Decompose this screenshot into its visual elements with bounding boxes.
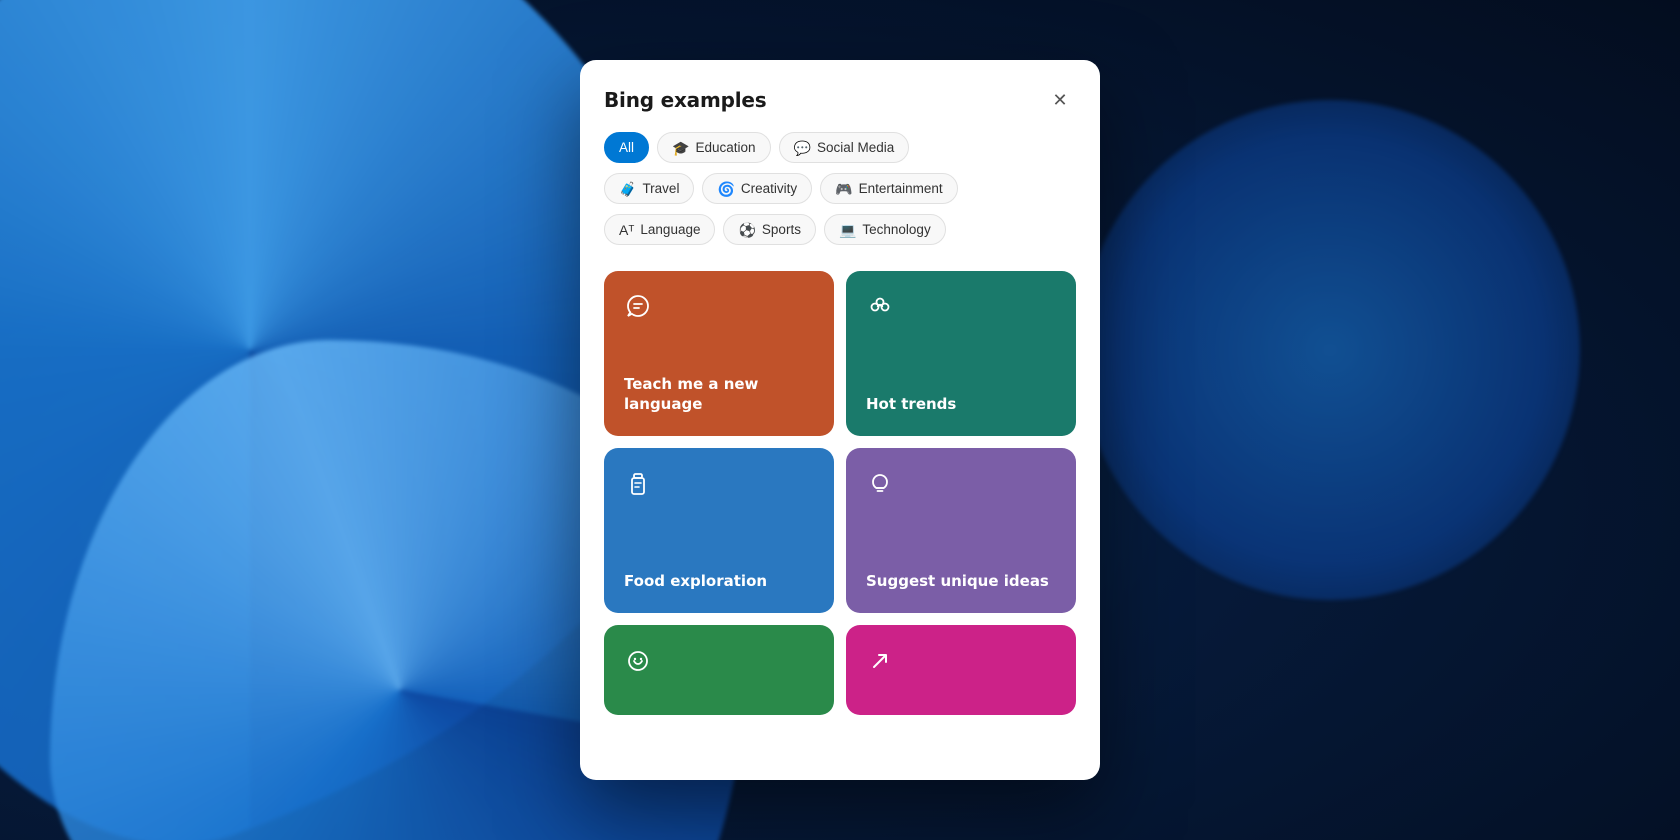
card-partial-green[interactable] bbox=[604, 625, 834, 715]
chip-social-media-label: Social Media bbox=[817, 140, 894, 155]
food-exploration-icon bbox=[624, 470, 814, 505]
chip-creativity[interactable]: 🌀 Creativity bbox=[702, 173, 812, 204]
chip-entertainment-label: Entertainment bbox=[859, 181, 943, 196]
social-media-icon: 💬 bbox=[794, 141, 811, 155]
chip-education-label: Education bbox=[695, 140, 755, 155]
suggest-ideas-label: Suggest unique ideas bbox=[866, 572, 1056, 592]
hot-trends-label: Hot trends bbox=[866, 395, 1056, 415]
chip-sports-label: Sports bbox=[762, 222, 801, 237]
chip-technology[interactable]: 💻 Technology bbox=[824, 214, 946, 245]
filters-section: All 🎓 Education 💬 Social Media 🧳 Travel … bbox=[580, 132, 1100, 271]
chip-language-label: Language bbox=[640, 222, 700, 237]
modal-header: Bing examples ✕ bbox=[580, 60, 1100, 132]
food-exploration-label: Food exploration bbox=[624, 572, 814, 592]
technology-icon: 💻 bbox=[839, 223, 856, 237]
partial-pink-icon bbox=[866, 647, 1056, 682]
creativity-icon: 🌀 bbox=[717, 182, 734, 196]
travel-icon: 🧳 bbox=[619, 182, 636, 196]
bing-examples-modal: Bing examples ✕ All 🎓 Education 💬 Social… bbox=[580, 60, 1100, 780]
chip-all[interactable]: All bbox=[604, 132, 649, 163]
chip-technology-label: Technology bbox=[862, 222, 930, 237]
chip-travel-label: Travel bbox=[642, 181, 679, 196]
education-icon: 🎓 bbox=[672, 141, 689, 155]
filter-row-3: Aᵀ Language ⚽ Sports 💻 Technology bbox=[604, 214, 1076, 245]
chip-all-label: All bbox=[619, 140, 634, 155]
cards-grid: Teach me a new language Hot trends bbox=[604, 271, 1076, 715]
card-teach-language[interactable]: Teach me a new language bbox=[604, 271, 834, 436]
cards-section: Teach me a new language Hot trends bbox=[580, 271, 1100, 780]
suggest-ideas-icon bbox=[866, 470, 1056, 505]
chip-entertainment[interactable]: 🎮 Entertainment bbox=[820, 173, 957, 204]
card-suggest-ideas[interactable]: Suggest unique ideas bbox=[846, 448, 1076, 613]
chip-creativity-label: Creativity bbox=[741, 181, 797, 196]
entertainment-icon: 🎮 bbox=[835, 182, 852, 196]
modal-title: Bing examples bbox=[604, 88, 766, 112]
card-food-exploration[interactable]: Food exploration bbox=[604, 448, 834, 613]
sports-icon: ⚽ bbox=[738, 223, 755, 237]
filter-row-1: All 🎓 Education 💬 Social Media bbox=[604, 132, 1076, 163]
hot-trends-icon bbox=[866, 293, 1056, 328]
chip-travel[interactable]: 🧳 Travel bbox=[604, 173, 694, 204]
filter-row-2: 🧳 Travel 🌀 Creativity 🎮 Entertainment bbox=[604, 173, 1076, 204]
chip-social-media[interactable]: 💬 Social Media bbox=[779, 132, 910, 163]
close-button[interactable]: ✕ bbox=[1044, 84, 1076, 116]
partial-green-icon bbox=[624, 647, 814, 682]
chip-education[interactable]: 🎓 Education bbox=[657, 132, 770, 163]
chip-sports[interactable]: ⚽ Sports bbox=[723, 214, 815, 245]
language-icon: Aᵀ bbox=[619, 223, 634, 237]
chip-language[interactable]: Aᵀ Language bbox=[604, 214, 715, 245]
teach-language-icon bbox=[624, 293, 814, 328]
card-hot-trends[interactable]: Hot trends bbox=[846, 271, 1076, 436]
card-partial-pink[interactable] bbox=[846, 625, 1076, 715]
teach-language-label: Teach me a new language bbox=[624, 375, 814, 414]
